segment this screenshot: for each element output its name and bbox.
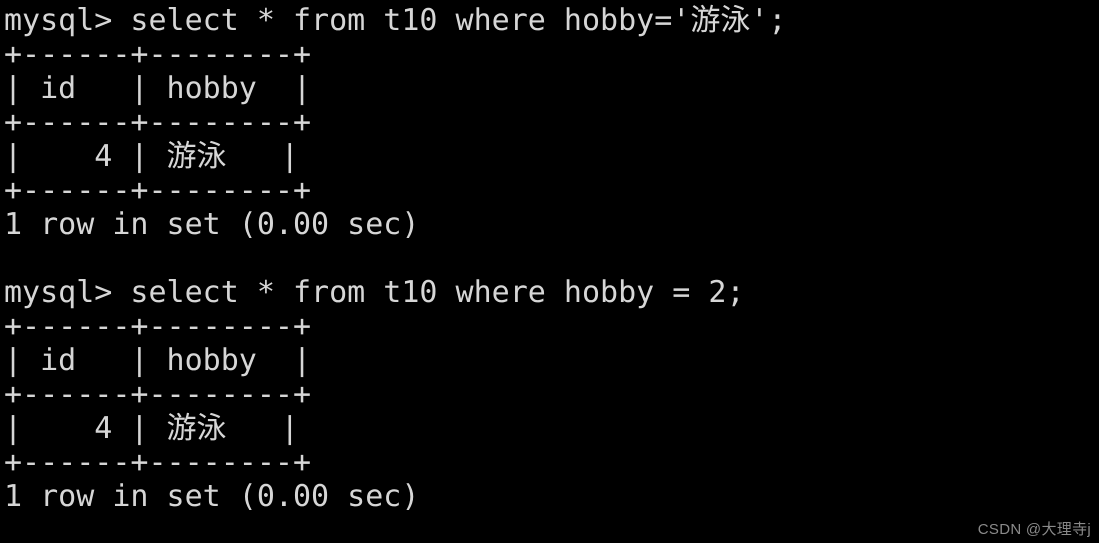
terminal-line-table-row: | 4 | 游泳 | <box>4 411 299 446</box>
terminal-window[interactable]: mysql> select * from t10 where hobby='游泳… <box>0 0 1099 543</box>
terminal-line-command: mysql> select * from t10 where hobby='游泳… <box>4 3 787 38</box>
terminal-line-command: mysql> select * from t10 where hobby = 2… <box>4 275 745 310</box>
terminal-line-table-border: +------+--------+ <box>4 377 312 412</box>
terminal-line-table-header: | id | hobby | <box>4 71 312 106</box>
terminal-line-table-border: +------+--------+ <box>4 309 312 344</box>
terminal-line-table-border: +------+--------+ <box>4 37 312 72</box>
terminal-line-table-border: +------+--------+ <box>4 445 312 480</box>
terminal-line-status: 1 row in set (0.00 sec) <box>4 207 420 242</box>
terminal-line-table-border: +------+--------+ <box>4 173 312 208</box>
terminal-line-status: 1 row in set (0.00 sec) <box>4 479 420 514</box>
watermark: CSDN @大理寺j <box>977 521 1091 538</box>
terminal-line-table-header: | id | hobby | <box>4 343 312 378</box>
terminal-line-table-border: +------+--------+ <box>4 105 312 140</box>
terminal-line-table-row: | 4 | 游泳 | <box>4 139 299 174</box>
